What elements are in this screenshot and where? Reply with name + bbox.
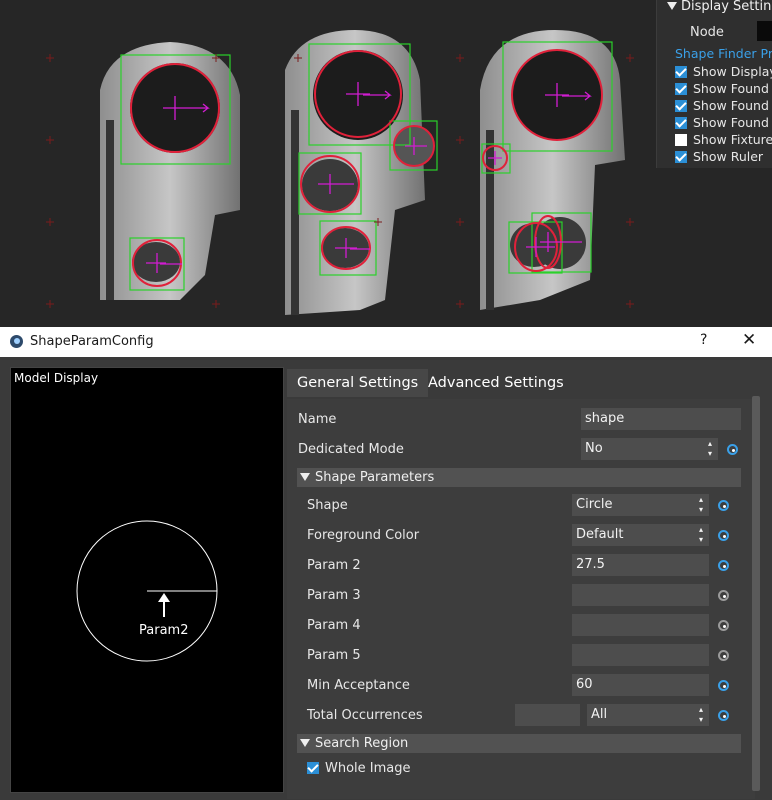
min-acceptance-input[interactable]: 60	[572, 674, 709, 696]
show-display-row[interactable]: Show Display	[675, 64, 772, 79]
collapse-triangle-icon	[300, 739, 310, 747]
checkbox-icon[interactable]	[675, 100, 687, 112]
dedicated-mode-link-icon[interactable]	[727, 444, 738, 455]
whole-image-row[interactable]: Whole Image	[307, 761, 411, 776]
foreground-color-select[interactable]: Default	[572, 524, 709, 546]
checkbox-label: Show Found E	[693, 115, 772, 130]
show-found-1-row[interactable]: Show Found E	[675, 81, 772, 96]
param5-label: Param 5	[307, 648, 361, 663]
app-logo-icon	[10, 335, 23, 348]
collapse-triangle-icon	[300, 473, 310, 481]
checkbox-icon[interactable]	[675, 134, 687, 146]
param2-label: Param 2	[307, 558, 361, 573]
show-found-3-row[interactable]: Show Found E	[675, 115, 772, 130]
total-occurrences-link-icon[interactable]	[718, 710, 729, 721]
checkbox-icon[interactable]	[675, 151, 687, 163]
tab-general-settings[interactable]: General Settings	[287, 369, 429, 397]
shape-select[interactable]: Circle	[572, 494, 709, 516]
whole-image-label: Whole Image	[325, 761, 411, 776]
foreground-color-label: Foreground Color	[307, 528, 420, 543]
param5-link-icon[interactable]	[718, 650, 729, 661]
checkbox-icon[interactable]	[675, 117, 687, 129]
node-label: Node	[690, 25, 724, 40]
param4-input[interactable]	[572, 614, 709, 636]
tab-advanced-settings[interactable]: Advanced Settings	[418, 369, 574, 397]
checkbox-label: Show Found A	[693, 98, 772, 113]
name-label: Name	[298, 412, 337, 427]
general-settings-form: Name shape Dedicated Mode No Shape Param…	[287, 399, 755, 799]
param2-link-icon[interactable]	[718, 560, 729, 571]
total-occurrences-label: Total Occurrences	[307, 708, 423, 723]
search-region-title: Search Region	[315, 736, 409, 751]
checkbox-label: Show Ruler	[693, 149, 764, 164]
collapse-triangle-icon	[667, 2, 677, 10]
foreground-color-link-icon[interactable]	[718, 530, 729, 541]
help-button[interactable]: ?	[700, 332, 707, 348]
show-fixture-row[interactable]: Show Fixture	[675, 132, 772, 147]
param2-input[interactable]: 27.5	[572, 554, 709, 576]
model-shape-drawing: Param2	[76, 520, 218, 662]
shape-parameters-group[interactable]: Shape Parameters	[297, 468, 741, 487]
form-scrollbar[interactable]	[752, 396, 760, 791]
search-region-group[interactable]: Search Region	[297, 734, 741, 753]
node-selector[interactable]	[757, 21, 772, 41]
name-input[interactable]: shape	[581, 408, 741, 430]
checkbox-label: Show Found E	[693, 81, 772, 96]
param5-input[interactable]	[572, 644, 709, 666]
shape-label: Shape	[307, 498, 348, 513]
close-button[interactable]: ✕	[742, 330, 756, 350]
shape-parameters-title: Shape Parameters	[315, 470, 435, 485]
total-occurrences-input[interactable]	[515, 704, 580, 726]
param4-label: Param 4	[307, 618, 361, 633]
dialog-title: ShapeParamConfig	[30, 334, 154, 349]
model-display-panel: Model Display Param2	[10, 367, 284, 793]
dedicated-mode-select[interactable]: No	[581, 438, 718, 460]
dedicated-mode-label: Dedicated Mode	[298, 442, 404, 457]
checkbox-label: Show Fixture	[693, 132, 772, 147]
whole-image-checkbox[interactable]	[307, 762, 319, 774]
dialog-titlebar: ShapeParamConfig ? ✕	[0, 327, 772, 357]
show-ruler-row[interactable]: Show Ruler	[675, 149, 763, 164]
show-found-2-row[interactable]: Show Found A	[675, 98, 772, 113]
checkbox-icon[interactable]	[675, 66, 687, 78]
shape-param-config-dialog: ShapeParamConfig ? ✕ Model Display Param…	[0, 327, 772, 800]
display-settings-header[interactable]: Display Settings	[667, 0, 772, 14]
param4-link-icon[interactable]	[718, 620, 729, 631]
shape-link-icon[interactable]	[718, 500, 729, 511]
shape-finder-section-title: Shape Finder Pr	[675, 46, 772, 61]
min-acceptance-link-icon[interactable]	[718, 680, 729, 691]
display-settings-title: Display Settings	[681, 0, 772, 14]
param3-link-icon[interactable]	[718, 590, 729, 601]
min-acceptance-label: Min Acceptance	[307, 678, 410, 693]
param3-input[interactable]	[572, 584, 709, 606]
param2-annotation: Param2	[139, 623, 188, 638]
total-occurrences-select[interactable]: All	[587, 704, 709, 726]
checkbox-label: Show Display	[693, 64, 772, 79]
checkbox-icon[interactable]	[675, 83, 687, 95]
param3-label: Param 3	[307, 588, 361, 603]
display-settings-panel: Display Settings Node Shape Finder Pr Sh…	[656, 0, 772, 168]
